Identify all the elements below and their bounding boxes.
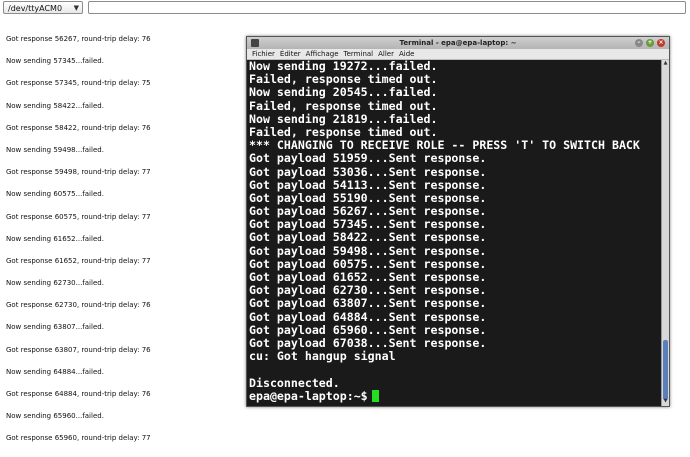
terminal-line: Got payload 64884...Sent response. (249, 309, 487, 324)
terminal-line: Got payload 51959...Sent response. (249, 151, 487, 166)
terminal-cursor (371, 389, 379, 402)
log-line: Got response 64884, round-trip delay: 76 (6, 390, 151, 398)
menu-item[interactable]: Fichier (252, 50, 275, 58)
close-icon[interactable]: × (657, 39, 665, 47)
terminal-title: Terminal - epa@epa-laptop: ~ (399, 39, 517, 47)
terminal-line: Now sending 20545...failed. (249, 85, 438, 100)
log-line: Got response 60575, round-trip delay: 77 (6, 212, 151, 221)
log-line: Got response 62730, round-trip delay: 76 (6, 301, 151, 310)
log-line: Now sending 63807...failed. (6, 323, 104, 332)
log-line: Now sending 58422...failed. (6, 101, 104, 110)
terminal-app-icon (251, 39, 259, 47)
menu-item[interactable]: Éditer (280, 50, 301, 58)
log-line: Now sending 64884...failed. (6, 367, 104, 376)
menu-item[interactable]: Aller (378, 50, 394, 58)
log-line: Got response 57345, round-trip delay: 75 (6, 79, 151, 88)
terminal-line: Got payload 54113...Sent response. (249, 177, 487, 192)
menu-item[interactable]: Aide (399, 50, 414, 58)
port-select-value: /dev/ttyACM0 (8, 4, 63, 13)
terminal-line: Failed, response timed out. (249, 98, 438, 113)
log-line: Now sending 60575...failed. (6, 190, 104, 199)
log-line: Now sending 62730...failed. (6, 279, 104, 288)
maximize-icon[interactable]: + (646, 39, 654, 47)
terminal-line: Got payload 59498...Sent response. (249, 243, 487, 258)
terminal-line: Got payload 53036...Sent response. (249, 164, 487, 179)
log-line: Now sending 65960...failed. (6, 412, 104, 421)
terminal-line: cu: Got hangup signal (249, 349, 396, 364)
terminal-line: Got payload 63807...Sent response. (249, 296, 487, 311)
log-line: Got response 65960, round-trip delay: 77 (6, 434, 151, 443)
terminal-line: Got payload 65960...Sent response. (249, 322, 487, 337)
log-line: Now sending 61652...failed. (6, 234, 104, 243)
minimize-icon[interactable]: – (635, 39, 643, 47)
menu-item[interactable]: Terminal (344, 50, 374, 58)
log-line: Got response 56267, round-trip delay: 76 (6, 35, 151, 43)
log-line: Got response 61652, round-trip delay: 77 (6, 256, 151, 265)
log-line: Now sending 57345...failed. (6, 57, 104, 66)
terminal-line: Now sending 21819...failed. (249, 111, 438, 126)
scroll-down-icon[interactable]: ▼ (662, 398, 669, 406)
scroll-up-icon[interactable]: ▲ (662, 60, 669, 68)
log-line: Got response 63807, round-trip delay: 76 (6, 345, 151, 354)
terminal-window[interactable]: Terminal - epa@epa-laptop: ~ – + × Fichi… (246, 36, 670, 407)
menu-item[interactable]: Affichage (306, 50, 339, 58)
terminal-titlebar[interactable]: Terminal - epa@epa-laptop: ~ – + × (247, 37, 669, 49)
log-line: Now sending 59498...failed. (6, 145, 104, 154)
port-select[interactable]: /dev/ttyACM0 ▼ (3, 1, 83, 14)
log-line: Got response 59498, round-trip delay: 77 (6, 168, 151, 177)
terminal-menubar: Fichier Éditer Affichage Terminal Aller Aide (247, 49, 669, 60)
terminal-prompt: epa@epa-laptop:~$ (249, 388, 368, 403)
command-input[interactable] (88, 1, 686, 14)
serial-log: Got response 56267, round-trip delay: 76… (6, 35, 246, 457)
log-line: Got response 58422, round-trip delay: 76 (6, 123, 151, 132)
terminal-screen[interactable]: Now sending 19272...failed. Failed, respo… (247, 60, 660, 406)
scroll-thumb[interactable] (663, 340, 668, 400)
terminal-prompt-line: epa@epa-laptop:~$ (247, 388, 660, 403)
chevron-down-icon: ▼ (73, 4, 79, 12)
terminal-line: Got payload 58422...Sent response. (249, 230, 487, 245)
terminal-scrollbar[interactable]: ▲ ▼ (661, 60, 669, 406)
